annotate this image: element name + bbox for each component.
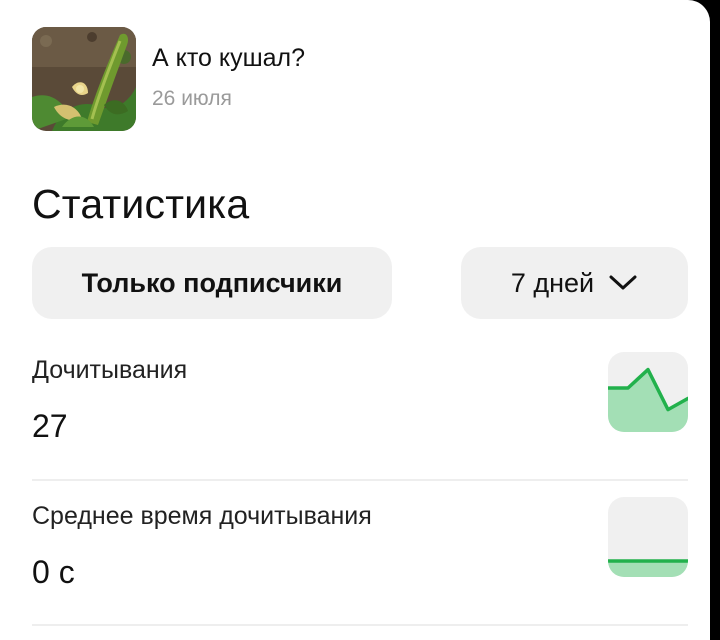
subscribers-only-filter-label: Только подписчики — [81, 267, 343, 298]
period-dropdown[interactable]: 7 дней — [461, 247, 688, 319]
post-stats-card: А кто кушал? 26 июля Статистика Только п… — [0, 0, 710, 640]
read-throughs-trend-area — [608, 369, 688, 432]
read-throughs-sparkline[interactable] — [608, 352, 688, 432]
post-title[interactable]: А кто кушал? — [152, 44, 305, 73]
statistics-title: Статистика — [32, 181, 250, 227]
post-thumbnail[interactable] — [32, 27, 136, 131]
period-dropdown-label: 7 дней — [510, 267, 595, 298]
post-date: 26 июля — [152, 87, 232, 110]
zucchini-plant-photo — [32, 27, 136, 131]
avg-read-time-sparkline[interactable] — [608, 497, 688, 577]
chevron-down-icon — [608, 274, 638, 292]
avg-read-time-trend-chart — [608, 559, 688, 577]
read-throughs-trend-chart — [608, 367, 688, 432]
divider — [32, 479, 688, 481]
metric-label-avg-read-time: Среднее время дочитывания — [32, 502, 372, 530]
subscribers-only-filter-button[interactable]: Только подписчики — [32, 247, 392, 319]
avg-read-time-trend-area — [608, 561, 688, 577]
metric-label-read-throughs: Дочитывания — [32, 356, 188, 384]
divider — [32, 624, 688, 626]
metric-value-avg-read-time: 0 с — [32, 554, 75, 590]
metric-value-read-throughs: 27 — [32, 408, 68, 444]
